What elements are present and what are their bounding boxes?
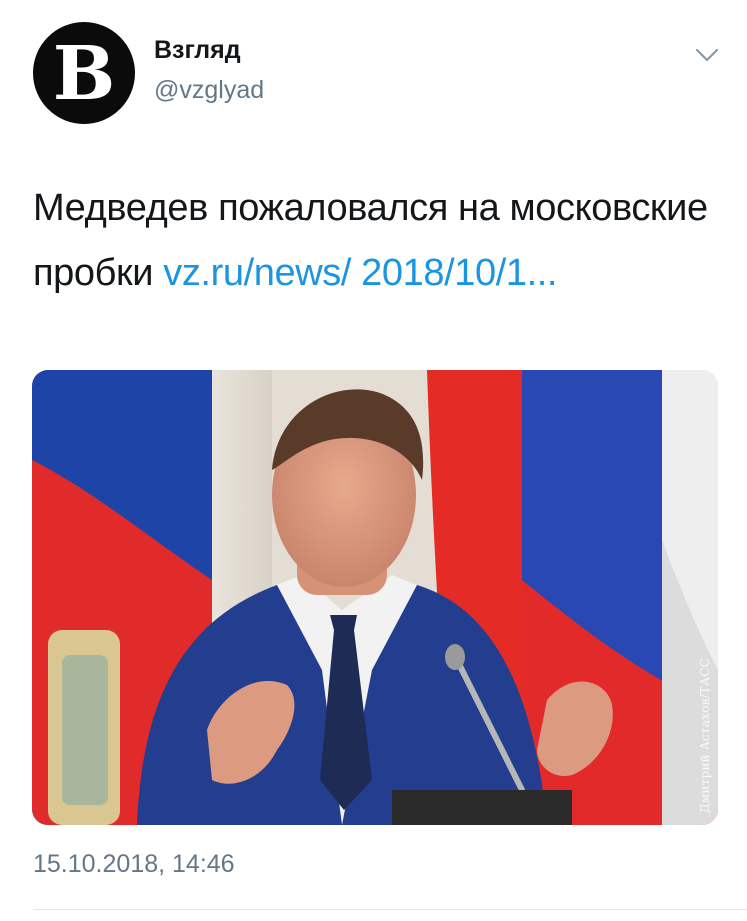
tweet-text: Медведев пожаловался на московские пробк… xyxy=(33,176,723,306)
user-handle[interactable]: @vzglyad xyxy=(154,76,264,105)
display-name[interactable]: Взгляд xyxy=(154,36,241,65)
chevron-down-icon[interactable] xyxy=(692,44,722,66)
photo-credit: Дмитрий Астахов/ТАСС xyxy=(698,657,712,813)
tweet-link[interactable]: vz.ru/news/ 2018/10/1... xyxy=(163,252,557,294)
tweet-timestamp[interactable]: 15.10.2018, 14:46 xyxy=(33,850,235,879)
avatar-letter: B xyxy=(52,31,116,117)
tweet-photo[interactable]: Дмитрий Астахов/ТАСС xyxy=(32,370,718,825)
photo-image xyxy=(32,370,718,825)
divider xyxy=(33,909,747,910)
avatar[interactable]: B xyxy=(33,22,135,124)
